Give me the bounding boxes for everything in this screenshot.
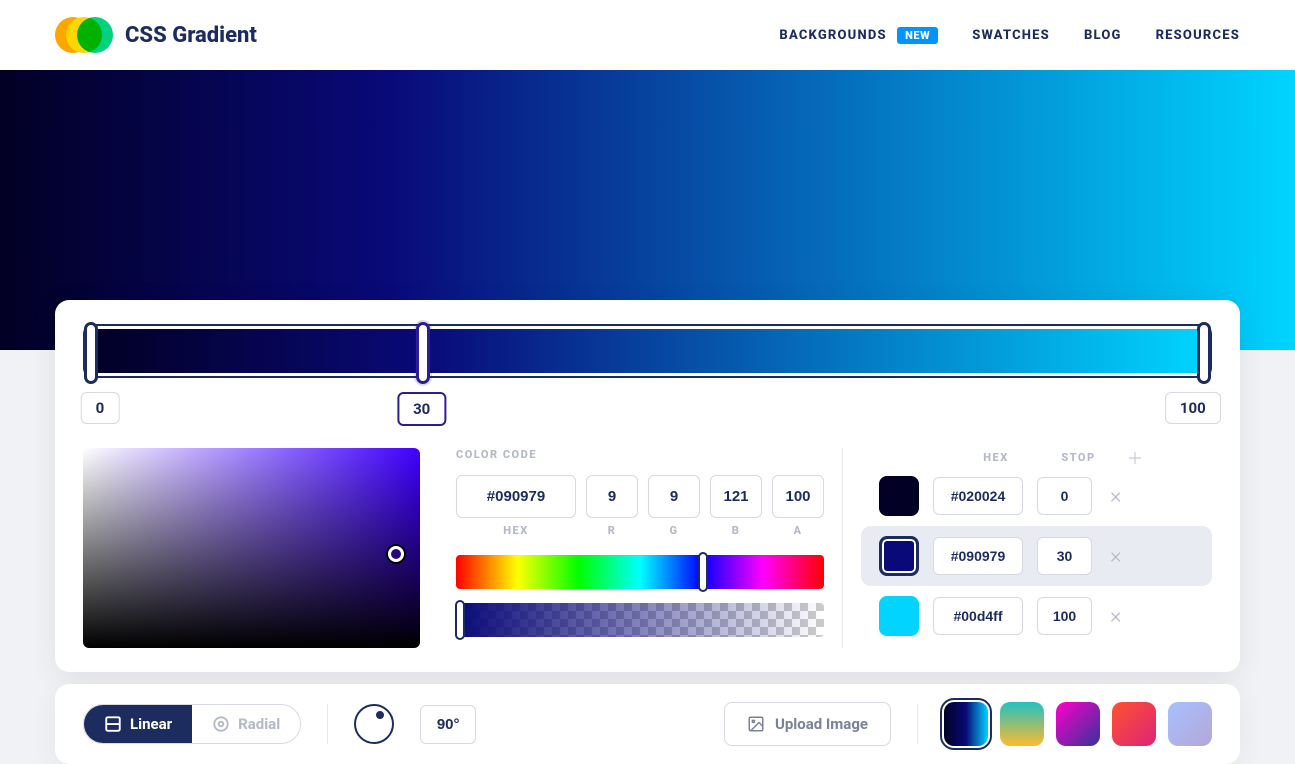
- hex-label: HEX: [456, 524, 576, 537]
- close-icon: ×: [1110, 544, 1122, 569]
- delete-stop-button[interactable]: ×: [1106, 484, 1126, 509]
- logo[interactable]: CSS Gradient: [55, 17, 257, 53]
- linear-icon: [104, 715, 122, 733]
- stop-swatch[interactable]: [879, 596, 919, 636]
- gradient-slider[interactable]: [83, 324, 1212, 378]
- saturation-cursor[interactable]: [388, 546, 404, 562]
- radial-icon: [212, 715, 230, 733]
- plus-icon: ＋: [1127, 445, 1143, 469]
- gradient-type-toggle: Linear Radial: [83, 704, 301, 744]
- separator: [327, 704, 328, 744]
- hex-input[interactable]: [456, 475, 576, 518]
- preset-0[interactable]: [944, 702, 988, 746]
- stops-stop-header: STOP: [1051, 451, 1106, 464]
- radial-button[interactable]: Radial: [192, 705, 300, 743]
- linear-label: Linear: [130, 715, 172, 733]
- separator: [917, 704, 918, 744]
- stop-label-2[interactable]: 100: [1165, 392, 1221, 424]
- close-icon: ×: [1110, 604, 1122, 629]
- nav-backgrounds-label: BACKGROUNDS: [779, 28, 886, 43]
- radial-label: Radial: [238, 715, 280, 733]
- angle-input[interactable]: [420, 705, 476, 744]
- angle-dial[interactable]: [354, 704, 394, 744]
- preset-1[interactable]: [1000, 702, 1044, 746]
- stop-pos-input[interactable]: [1037, 477, 1092, 515]
- nav-resources[interactable]: RESOURCES: [1156, 28, 1240, 43]
- stop-pos-input[interactable]: [1037, 537, 1092, 575]
- delete-stop-button[interactable]: ×: [1106, 544, 1126, 569]
- stop-label-1[interactable]: 30: [397, 392, 446, 426]
- b-label: B: [710, 524, 762, 537]
- stops-hex-header: HEX: [951, 451, 1041, 464]
- stop-hex-input[interactable]: [933, 477, 1023, 515]
- nav-blog[interactable]: BLOG: [1084, 28, 1122, 43]
- linear-button[interactable]: Linear: [84, 705, 192, 743]
- stop-row-1[interactable]: ×: [861, 526, 1212, 586]
- stop-swatch[interactable]: [879, 476, 919, 516]
- stop-hex-input[interactable]: [933, 537, 1023, 575]
- nav-swatches[interactable]: SWATCHES: [972, 28, 1050, 43]
- close-icon: ×: [1110, 484, 1122, 509]
- color-code-label: COLOR CODE: [456, 448, 824, 461]
- stop-row-2[interactable]: ×: [861, 586, 1212, 646]
- new-badge: NEW: [897, 27, 938, 44]
- delete-stop-button[interactable]: ×: [1106, 604, 1126, 629]
- g-input[interactable]: [648, 475, 700, 518]
- r-label: R: [586, 524, 638, 537]
- gradient-handle-1[interactable]: [416, 322, 430, 384]
- add-stop-button[interactable]: ＋: [1126, 448, 1144, 466]
- r-input[interactable]: [586, 475, 638, 518]
- stop-hex-input[interactable]: [933, 597, 1023, 635]
- hue-handle[interactable]: [698, 552, 708, 592]
- a-label: A: [772, 524, 824, 537]
- stop-pos-input[interactable]: [1037, 597, 1092, 635]
- alpha-slider[interactable]: [456, 603, 824, 637]
- angle-dial-dot: [376, 711, 384, 719]
- gradient-handle-2[interactable]: [1197, 322, 1211, 384]
- gradient-handle-0[interactable]: [84, 322, 98, 384]
- hue-slider[interactable]: [456, 555, 824, 589]
- saturation-panel[interactable]: [83, 448, 420, 648]
- logo-icon: [55, 17, 111, 53]
- stop-swatch[interactable]: [879, 536, 919, 576]
- upload-label: Upload Image: [775, 715, 868, 733]
- g-label: G: [648, 524, 700, 537]
- brand-name: CSS Gradient: [125, 23, 257, 48]
- stop-label-0[interactable]: 0: [81, 392, 120, 424]
- b-input[interactable]: [710, 475, 762, 518]
- preset-3[interactable]: [1112, 702, 1156, 746]
- preset-4[interactable]: [1168, 702, 1212, 746]
- upload-image-button[interactable]: Upload Image: [724, 702, 891, 746]
- image-icon: [747, 715, 765, 733]
- preset-2[interactable]: [1056, 702, 1100, 746]
- nav-backgrounds[interactable]: BACKGROUNDS NEW: [779, 28, 938, 43]
- stop-row-0[interactable]: ×: [861, 466, 1212, 526]
- a-input[interactable]: [772, 475, 824, 518]
- alpha-handle[interactable]: [455, 600, 465, 640]
